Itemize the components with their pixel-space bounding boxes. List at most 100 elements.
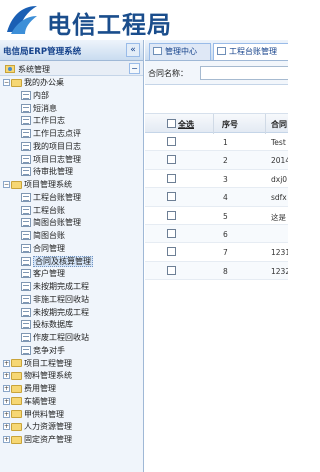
tree-item[interactable]: 合同管理 (21, 243, 65, 256)
expand-icon[interactable]: + (3, 397, 10, 405)
tree-item[interactable]: 短消息 (21, 103, 57, 116)
row-contract-name[interactable]: sdfx (271, 193, 287, 202)
tab-home-label: 管理中心 (165, 47, 197, 56)
tree-folder[interactable]: + 费用管理 (3, 383, 56, 396)
tree-folder[interactable]: + 项目工程管理 (3, 358, 72, 371)
tree-item[interactable]: 简图台账 (21, 230, 65, 243)
tree-item[interactable]: 工程台账管理 (21, 192, 81, 205)
tree-folder[interactable]: − 我的办公桌 (3, 77, 64, 90)
collapse-sidebar-button[interactable]: « (126, 43, 140, 57)
search-bar: 合同名称： (145, 61, 288, 85)
row-contract-name[interactable]: 这是 (271, 212, 286, 223)
row-seq: 5 (223, 211, 228, 221)
row-checkbox[interactable] (167, 192, 176, 202)
row-checkbox[interactable] (167, 155, 176, 165)
tree-item[interactable]: 项目日志管理 (21, 154, 81, 167)
telecom-logo-icon (7, 6, 37, 34)
row-checkbox[interactable] (167, 137, 176, 146)
tree-item[interactable]: 我的项目日志 (21, 141, 81, 154)
expand-icon[interactable]: + (3, 436, 10, 443)
row-seq: 1 (223, 138, 228, 147)
tree-folder[interactable]: + 人力资源管理 (3, 421, 72, 434)
row-contract-name[interactable]: 2014 (271, 156, 288, 165)
tree-item[interactable]: 工作日志 (21, 115, 65, 128)
tree-item-label: 我的办公桌 (24, 78, 64, 87)
row-checkbox[interactable] (167, 228, 176, 238)
tree-item-label: 未按期完成工程 (33, 282, 89, 291)
table-row[interactable]: 2 2014 (145, 151, 288, 170)
tree-item-label: 非施工程回收站 (33, 294, 89, 304)
expand-icon[interactable]: + (3, 410, 10, 418)
tree-item[interactable]: 客户管理 (21, 268, 65, 281)
tab-project-ledger[interactable]: 工程台账管理 (213, 43, 288, 60)
table-row[interactable]: 8 1232 (145, 261, 288, 281)
tree-item[interactable]: 工作日志点评 (21, 128, 81, 141)
row-seq: 2 (223, 156, 228, 166)
row-seq: 6 (223, 229, 228, 239)
table-row[interactable]: 1 Test (145, 133, 288, 152)
tree-item[interactable]: 工程台账 (21, 205, 65, 218)
tree-item[interactable]: 作废工程回收站 (21, 332, 89, 345)
tree-item-label: 物料管理系统 (24, 371, 72, 381)
tree-item-label: 项目管理系统 (24, 180, 72, 189)
tree-item[interactable]: 未按期完成工程 (21, 281, 89, 294)
tree-root[interactable]: 系统管理 − (0, 61, 143, 76)
table-row[interactable]: 5 这是 (145, 207, 288, 225)
document-icon (21, 269, 31, 279)
tree-item-label: 简图台账 (33, 231, 65, 240)
row-contract-name[interactable]: 1232 (271, 267, 288, 276)
row-checkbox[interactable] (167, 173, 176, 183)
collapse-icon[interactable]: − (3, 181, 10, 188)
tree-item-label: 未按期完成工程 (33, 307, 89, 317)
row-checkbox[interactable] (167, 247, 176, 257)
expand-icon[interactable]: + (3, 423, 10, 431)
tree-item-label: 工作日志点评 (33, 129, 81, 138)
tree-item[interactable]: 待审批管理 (21, 166, 73, 179)
document-icon (21, 167, 31, 177)
document-icon (21, 90, 31, 100)
contract-column-header[interactable]: 合同 (271, 119, 287, 130)
table-row[interactable]: 6 (145, 224, 288, 244)
tree-item[interactable]: 合同及核算管理 (21, 255, 93, 269)
collapse-icon[interactable]: − (3, 79, 10, 86)
expand-icon[interactable]: + (3, 372, 10, 380)
tree-folder[interactable]: + 甲供料管理 (3, 409, 64, 422)
tree-item[interactable]: 内部 (21, 90, 49, 103)
contract-name-input[interactable] (200, 66, 288, 80)
select-all-checkbox[interactable] (167, 119, 176, 128)
tab-ledger-label: 工程台账管理 (229, 47, 277, 56)
tree-item[interactable]: 简图台账管理 (21, 217, 81, 230)
grid-toolbar (145, 99, 288, 113)
row-contract-name[interactable]: Test (271, 138, 286, 147)
row-contract-name[interactable]: dxj0 (271, 175, 287, 184)
expand-icon[interactable]: + (3, 385, 10, 392)
table-row[interactable]: 7 1231 (145, 243, 288, 262)
tree-folder[interactable]: − 项目管理系统 (3, 179, 72, 192)
column-divider (265, 114, 266, 134)
home-icon (153, 47, 162, 55)
folder-icon (11, 422, 22, 431)
tree-item[interactable]: 竞争对手 (21, 345, 65, 358)
tab-home[interactable]: 管理中心 (149, 43, 211, 60)
grid-header: 全选 序号 合同 (145, 113, 288, 134)
table-row[interactable]: 3 dxj0 (145, 170, 288, 189)
tree-item[interactable]: 未按期完成工程 (21, 307, 89, 320)
document-icon (21, 129, 31, 138)
tree-folder[interactable]: + 固定资产管理 (3, 434, 72, 447)
tree-item[interactable]: 投标数据库 (21, 319, 73, 332)
collapse-tree-button[interactable]: − (129, 63, 140, 74)
sidebar-title: 电信局ERP管理系统 (3, 47, 82, 57)
tree-item[interactable]: 非施工程回收站 (21, 294, 89, 307)
expand-icon[interactable]: + (3, 359, 10, 367)
grid-icon (217, 47, 226, 55)
document-icon (21, 307, 31, 317)
tree-folder[interactable]: + 车辆管理 (3, 396, 56, 409)
select-all-label[interactable]: 全选 (178, 119, 194, 130)
table-row[interactable]: 4 sdfx (145, 188, 288, 207)
tree-folder[interactable]: + 物料管理系统 (3, 370, 72, 383)
row-checkbox[interactable] (167, 210, 176, 220)
row-checkbox[interactable] (167, 265, 176, 275)
document-icon (21, 218, 31, 228)
row-contract-name[interactable]: 1231 (271, 248, 288, 257)
seq-column-header[interactable]: 序号 (222, 119, 238, 130)
